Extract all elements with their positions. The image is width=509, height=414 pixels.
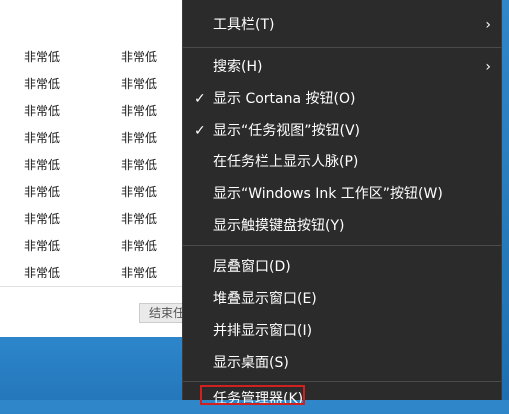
checkmark-icon: ✓	[194, 123, 206, 139]
table-cell: 非常低	[121, 77, 158, 91]
menu-item-label: 在任务栏上显示人脉(P)	[213, 154, 359, 170]
table-cell: 非常低	[24, 50, 61, 64]
table-row[interactable]: 非常低 非常低	[0, 204, 200, 231]
menu-item-toolbars[interactable]: 工具栏(T) ›	[183, 10, 501, 40]
desktop-wallpaper	[0, 337, 200, 400]
table-row[interactable]: 非常低 非常低	[0, 177, 200, 204]
table-cell: 非常低	[121, 212, 158, 226]
chevron-right-icon: ›	[485, 59, 491, 75]
table-cell: 非常低	[24, 239, 61, 253]
table-cell: 非常低	[24, 77, 61, 91]
menu-separator	[183, 245, 501, 246]
table-row[interactable]: 非常低 非常低	[0, 150, 200, 177]
taskbar-context-menu: 工具栏(T) › 搜索(H) › ✓ 显示 Cortana 按钮(O) ✓ 显示…	[182, 0, 502, 407]
divider	[0, 286, 200, 287]
process-table: 非常低 非常低 非常低 非常低 非常低 非常低 非常低 非常低 非常低 非常低 …	[0, 0, 200, 278]
table-row[interactable]: 非常低 非常低	[0, 123, 200, 150]
table-cell: 非常低	[24, 104, 61, 118]
menu-item-side-by-side[interactable]: 并排显示窗口(I)	[183, 316, 501, 346]
table-cell: 非常低	[121, 266, 158, 278]
menu-item-label: 显示触摸键盘按钮(Y)	[213, 218, 345, 234]
table-cell: 非常低	[121, 131, 158, 145]
menu-item-windows-ink[interactable]: 显示“Windows Ink 工作区”按钮(W)	[183, 179, 501, 209]
table-cell: 非常低	[121, 158, 158, 172]
table-row[interactable]: 非常低 非常低	[0, 69, 200, 96]
checkmark-icon: ✓	[194, 91, 206, 107]
menu-item-label: 显示桌面(S)	[213, 355, 289, 371]
table-row[interactable]: 非常低 非常低	[0, 42, 200, 69]
table-cell: 非常低	[24, 212, 61, 226]
table-cell: 非常低	[121, 239, 158, 253]
menu-item-touch-keyboard[interactable]: 显示触摸键盘按钮(Y)	[183, 211, 501, 241]
menu-item-label: 显示“Windows Ink 工作区”按钮(W)	[213, 186, 443, 202]
table-cell: 非常低	[24, 185, 61, 199]
menu-item-show-desktop[interactable]: 显示桌面(S)	[183, 348, 501, 378]
menu-item-label: 显示“任务视图”按钮(V)	[213, 123, 361, 139]
menu-item-label: 工具栏(T)	[213, 17, 275, 33]
menu-item-people[interactable]: 在任务栏上显示人脉(P)	[183, 147, 501, 177]
menu-item-task-view[interactable]: ✓ 显示“任务视图”按钮(V)	[183, 116, 501, 146]
table-cell: 非常低	[121, 50, 158, 64]
task-manager-window: 非常低 非常低 非常低 非常低 非常低 非常低 非常低 非常低 非常低 非常低 …	[0, 0, 200, 337]
menu-item-label: 并排显示窗口(I)	[213, 323, 313, 339]
menu-item-label: 层叠窗口(D)	[213, 259, 291, 275]
table-cell: 非常低	[24, 266, 61, 278]
highlight-box	[200, 385, 305, 405]
menu-separator	[183, 47, 501, 48]
menu-item-show-cortana[interactable]: ✓ 显示 Cortana 按钮(O)	[183, 84, 501, 114]
menu-separator	[183, 381, 501, 382]
chevron-right-icon: ›	[485, 17, 491, 33]
menu-item-label: 搜索(H)	[213, 59, 263, 75]
menu-item-search[interactable]: 搜索(H) ›	[183, 52, 501, 82]
menu-item-label: 显示 Cortana 按钮(O)	[213, 91, 356, 107]
menu-item-cascade[interactable]: 层叠窗口(D)	[183, 252, 501, 282]
menu-item-stacked[interactable]: 堆叠显示窗口(E)	[183, 284, 501, 314]
menu-item-label: 堆叠显示窗口(E)	[213, 291, 317, 307]
table-row[interactable]: 非常低 非常低	[0, 96, 200, 123]
table-cell: 非常低	[24, 158, 61, 172]
table-cell: 非常低	[24, 131, 61, 145]
table-row[interactable]: 非常低 非常低	[0, 231, 200, 258]
table-cell: 非常低	[121, 185, 158, 199]
table-cell: 非常低	[121, 104, 158, 118]
table-row[interactable]: 非常低 非常低	[0, 258, 200, 278]
